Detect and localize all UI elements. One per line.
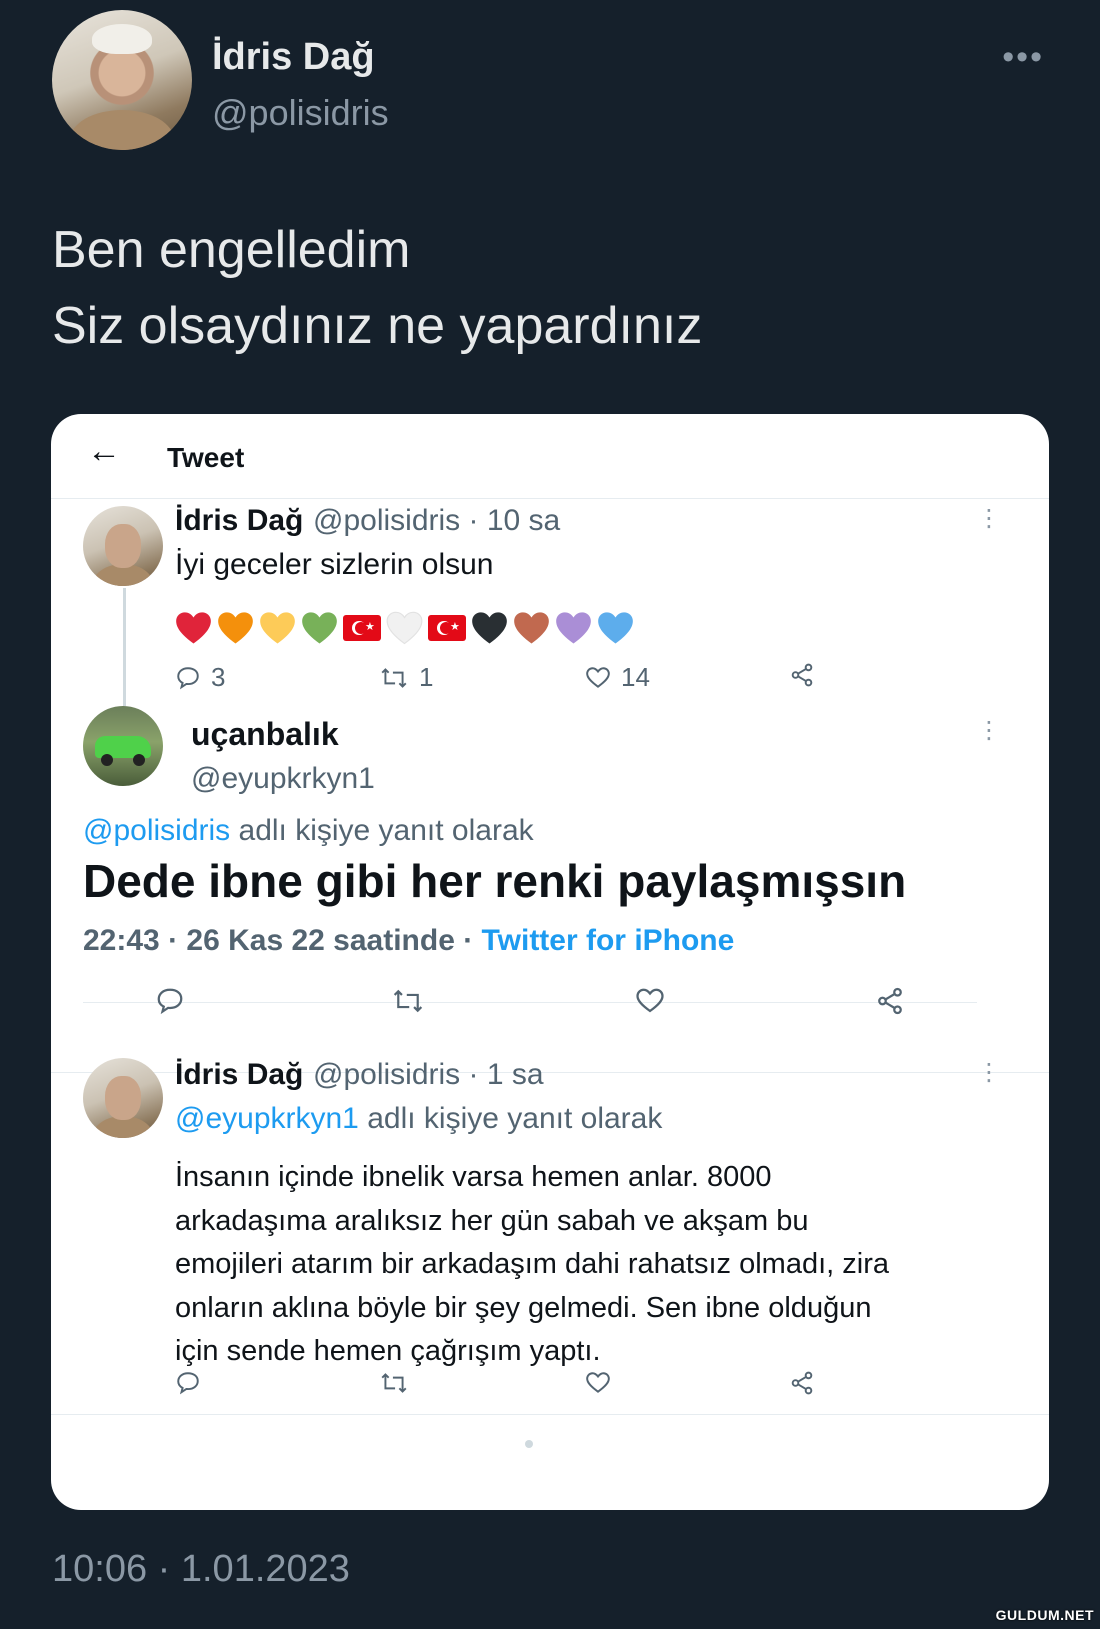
more-options-icon[interactable]: ⋮ xyxy=(977,1061,1001,1085)
tweet-text: İyi geceler sizlerin olsun xyxy=(175,548,494,581)
outer-tweet-header: İdris Dağ @polisidris ••• xyxy=(52,10,1052,150)
white-heart-icon xyxy=(386,611,423,644)
avatar[interactable] xyxy=(83,1058,163,1138)
heart-outline-icon xyxy=(636,988,664,1013)
tweet-timestamp[interactable]: 10:06 · 1.01.2023 xyxy=(52,1548,350,1591)
turkey-flag-icon: ★ xyxy=(343,615,381,641)
like-button[interactable] xyxy=(635,986,665,1016)
reply-to-label: adlı kişiye yanıt olarak xyxy=(230,814,534,847)
avatar-tire xyxy=(101,754,113,766)
share-button[interactable] xyxy=(875,986,905,1016)
reply-button[interactable] xyxy=(175,1370,201,1396)
tweet-time[interactable]: 22:43 · 26 Kas 22 saatinde · xyxy=(83,924,482,957)
avatar-face xyxy=(105,524,141,568)
reply-context: @eyupkrkyn1 adlı kişiye yanıt olarak xyxy=(175,1102,662,1136)
share-button[interactable] xyxy=(789,662,815,688)
avatar[interactable] xyxy=(83,706,163,786)
share-icon xyxy=(791,663,813,687)
tweet-text-line: arkadaşıma aralıksız her gün sabah ve ak… xyxy=(175,1204,809,1237)
author-handle[interactable]: @eyupkrkyn1 xyxy=(191,762,375,796)
like-button[interactable] xyxy=(585,1370,611,1396)
reply-icon xyxy=(177,666,199,689)
like-button[interactable]: 14 xyxy=(585,662,650,693)
divider xyxy=(83,1002,977,1003)
reply-to-link[interactable]: @eyupkrkyn1 xyxy=(175,1102,359,1135)
reply-button[interactable]: 3 xyxy=(175,662,225,693)
author-name[interactable]: İdris Dağ xyxy=(175,504,303,538)
more-options-icon[interactable]: ••• xyxy=(1002,38,1044,77)
avatar-face xyxy=(105,1076,141,1120)
reply-count: 3 xyxy=(211,662,226,692)
red-heart-icon xyxy=(176,611,211,644)
back-arrow-icon[interactable]: ← xyxy=(87,432,121,471)
heart-outline-icon xyxy=(586,1372,610,1393)
author-handle[interactable]: @polisidris xyxy=(212,92,389,134)
divider xyxy=(51,1414,1049,1415)
share-icon xyxy=(791,1371,813,1395)
avatar-tire xyxy=(133,754,145,766)
embedded-screenshot: ← Tweet İdris Dağ @polisidris · 10 sa ⋮ … xyxy=(51,414,1049,1510)
more-options-icon[interactable]: ⋮ xyxy=(977,507,1001,531)
emoji-row: ★ ★ xyxy=(175,608,634,648)
like-count: 14 xyxy=(621,662,650,692)
author-name[interactable]: uçanbalık xyxy=(191,716,339,753)
tweet-text: Dede ibne gibi her renki paylaşmışsın xyxy=(83,855,907,907)
author-name[interactable]: İdris Dağ xyxy=(175,1058,303,1092)
orange-heart-icon xyxy=(218,611,253,644)
retweet-button[interactable]: 1 xyxy=(379,662,433,693)
tweet-text-line: için sende hemen çağrışım yaptı. xyxy=(175,1335,601,1367)
tweet-text-line: onların aklına böyle bir şey gelmedi. Se… xyxy=(175,1291,872,1324)
tweet-text: Ben engelledim Siz olsaydınız ne yapardı… xyxy=(52,212,702,364)
topbar: ← Tweet xyxy=(51,414,1049,499)
tweet-text-line: emojileri atarım bir arkadaşım dahi raha… xyxy=(175,1248,889,1280)
retweet-count: 1 xyxy=(419,662,434,692)
avatar[interactable] xyxy=(83,506,163,586)
author-handle-time[interactable]: @polisidris · 1 sa xyxy=(313,1058,544,1092)
page-title: Tweet xyxy=(167,442,245,473)
thread-connector xyxy=(123,588,126,706)
reply-icon xyxy=(177,1372,199,1395)
avatar-shirt xyxy=(70,110,174,150)
heart-outline-icon xyxy=(586,666,610,688)
green-heart-icon xyxy=(302,611,337,644)
retweet-icon xyxy=(381,667,407,688)
tweet-text-line-2: Siz olsaydınız ne yapardınız xyxy=(52,297,703,355)
watermark: GULDUM.NET xyxy=(995,1607,1094,1623)
avatar[interactable] xyxy=(52,10,192,150)
reply-context: @polisidris adlı kişiye yanıt olarak xyxy=(83,814,534,848)
purple-heart-icon xyxy=(556,611,591,644)
brown-heart-icon xyxy=(514,611,549,644)
reply-button[interactable] xyxy=(155,986,185,1016)
blue-heart-icon xyxy=(598,611,633,644)
black-heart-icon xyxy=(472,611,507,644)
yellow-heart-icon xyxy=(260,611,295,644)
reply-icon xyxy=(157,988,183,1015)
tweet-timestamp: 22:43 · 26 Kas 22 saatinde · Twitter for… xyxy=(83,924,734,958)
retweet-icon xyxy=(381,1373,407,1393)
share-button[interactable] xyxy=(789,1370,815,1396)
tweet-text: İnsanın içinde ibnelik varsa hemen anlar… xyxy=(175,1156,1015,1374)
retweet-icon xyxy=(393,989,423,1013)
scroll-indicator xyxy=(525,1440,533,1448)
author-name[interactable]: İdris Dağ xyxy=(212,36,375,79)
reply-to-label: adlı kişiye yanıt olarak xyxy=(358,1102,663,1135)
retweet-button[interactable] xyxy=(391,986,425,1016)
tweet-source-link[interactable]: Twitter for iPhone xyxy=(482,924,735,957)
tweet-text-line: İnsanın içinde ibnelik varsa hemen anlar… xyxy=(175,1161,772,1193)
reply-to-link[interactable]: @polisidris xyxy=(83,814,230,847)
avatar-hair xyxy=(92,24,152,54)
more-options-icon[interactable]: ⋮ xyxy=(977,719,1001,743)
tweet-text-line-1: Ben engelledim xyxy=(52,221,411,279)
retweet-button[interactable] xyxy=(379,1370,409,1396)
share-icon xyxy=(878,987,902,1015)
author-handle-time[interactable]: @polisidris · 10 sa xyxy=(313,504,560,538)
turkey-flag-icon: ★ xyxy=(428,615,466,641)
